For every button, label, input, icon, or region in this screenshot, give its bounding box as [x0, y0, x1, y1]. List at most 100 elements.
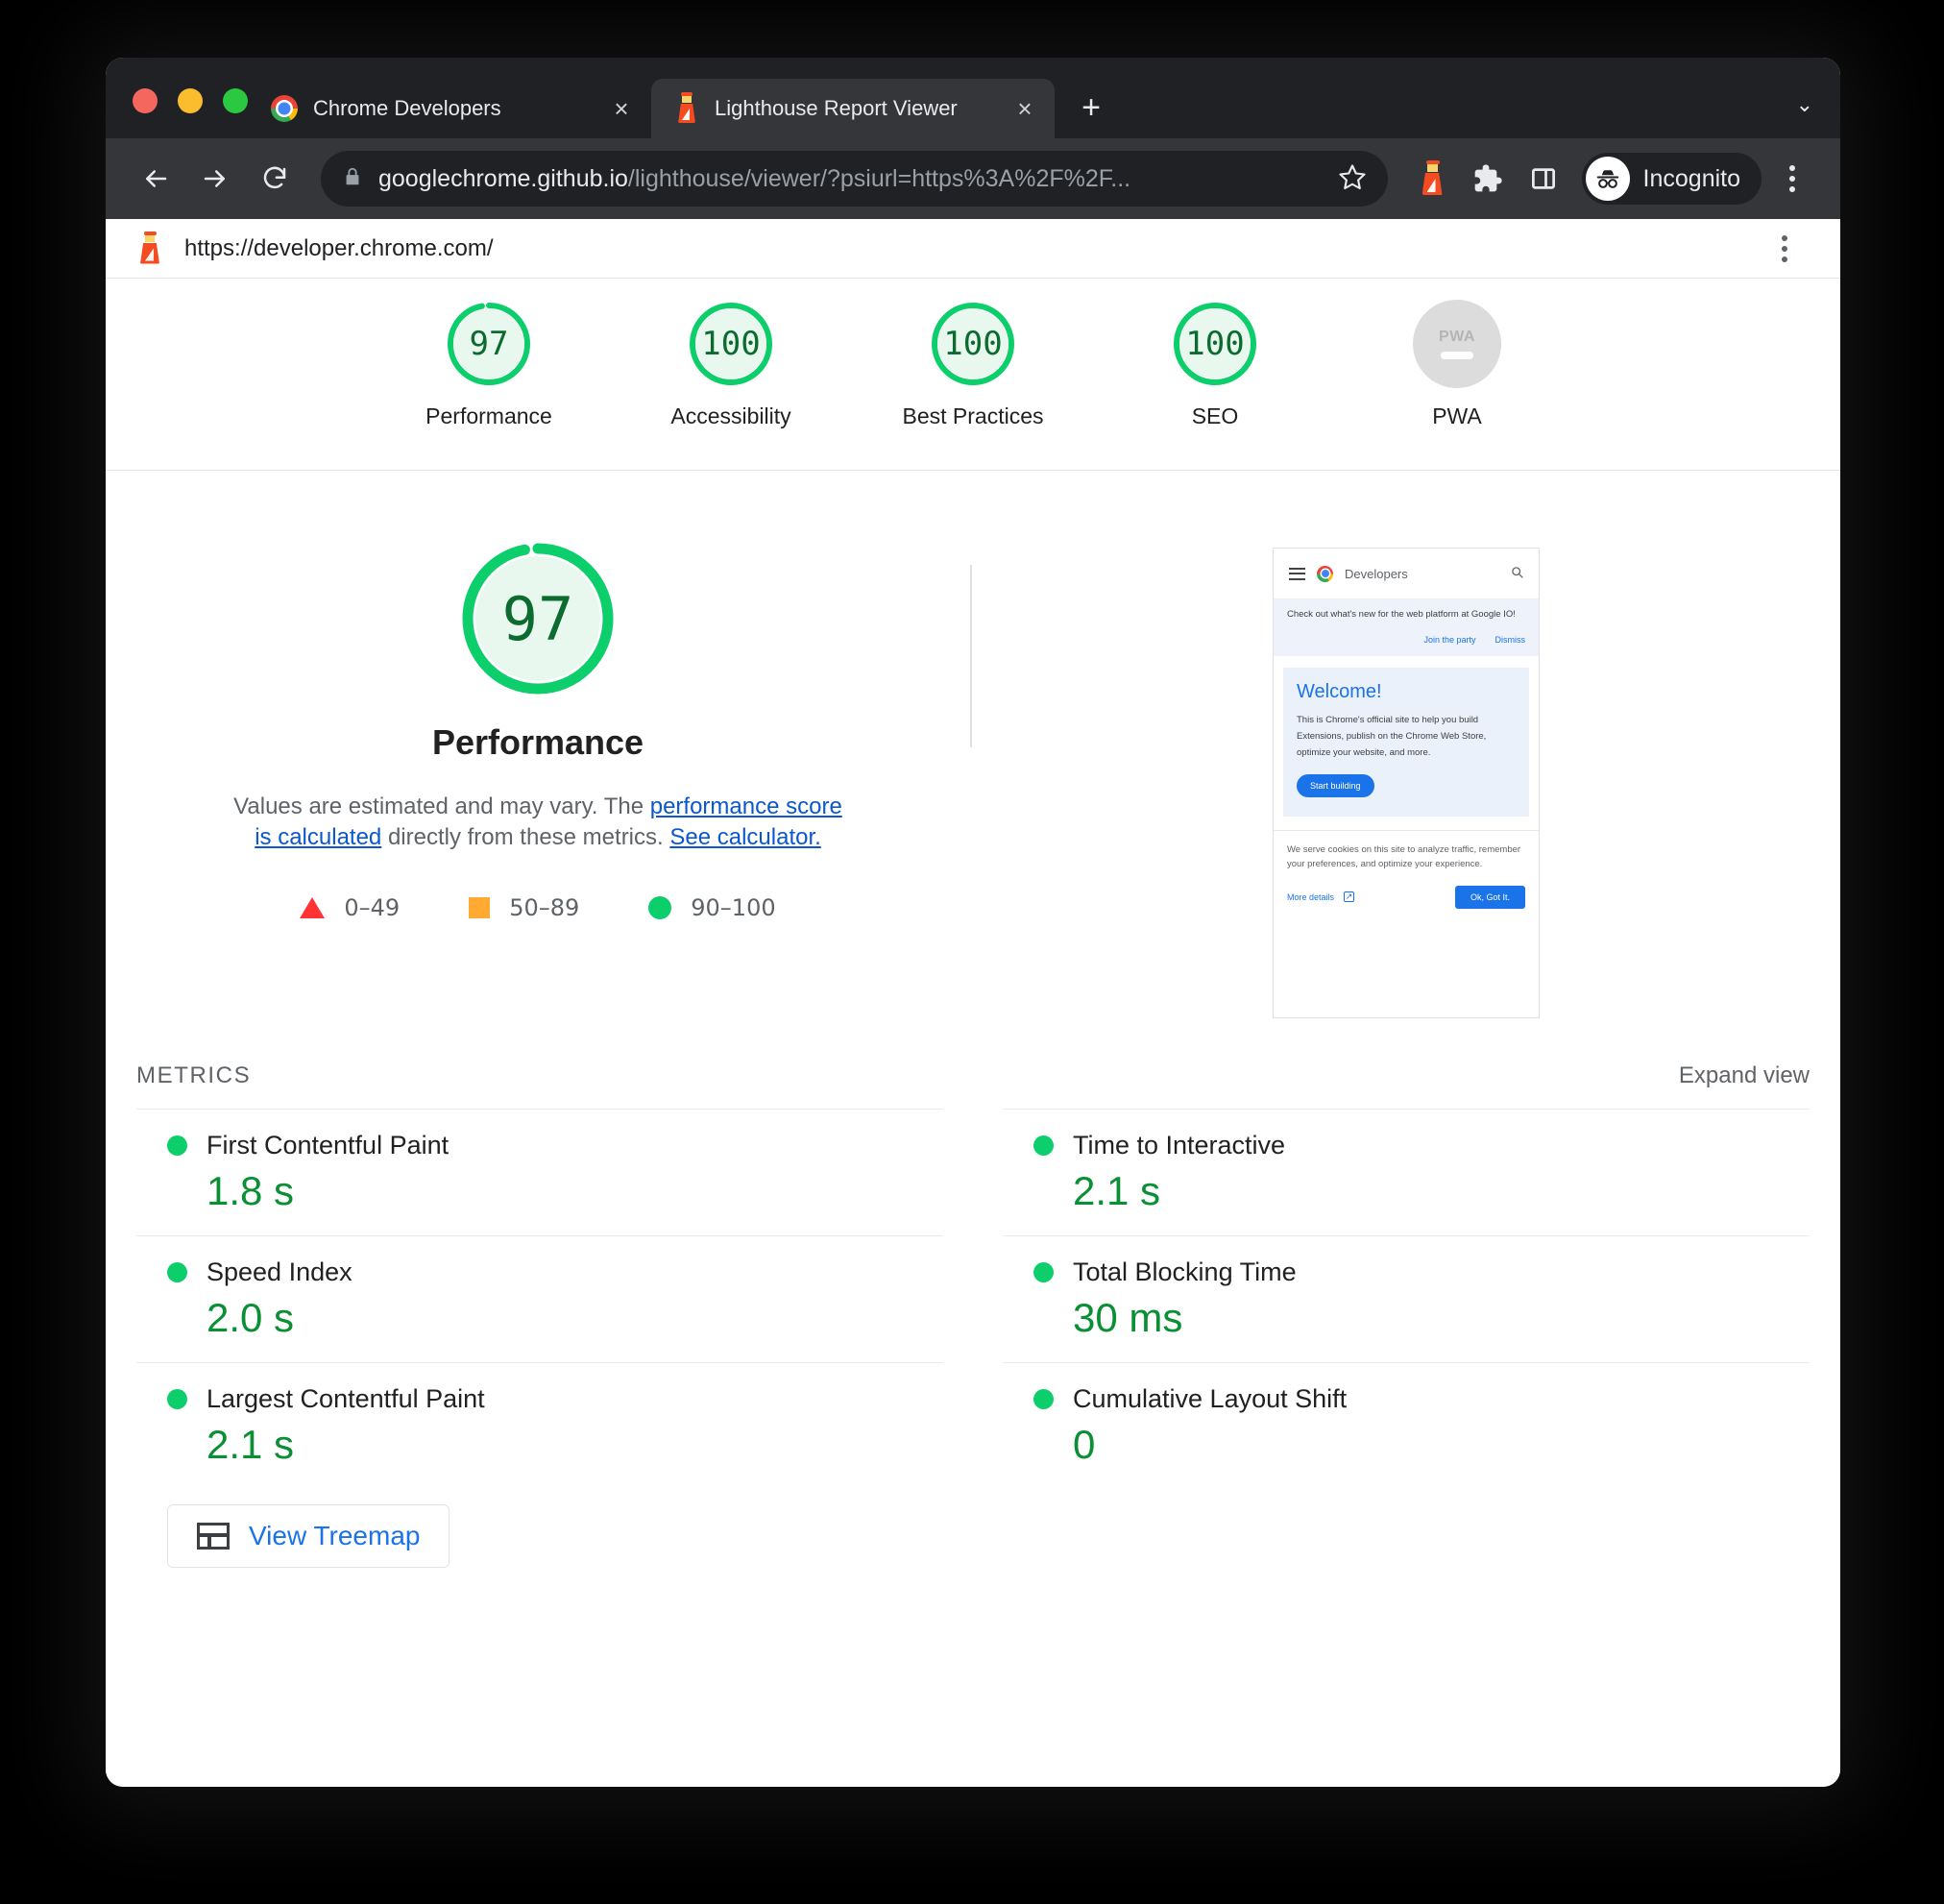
thumb-brand: Developers [1345, 566, 1408, 581]
performance-summary: 97 Performance Values are estimated and … [106, 538, 970, 1018]
three-dot-menu-icon[interactable] [1767, 154, 1817, 204]
score-gauge-best-practices[interactable]: 100 Best Practices [901, 300, 1045, 429]
new-tab-button[interactable]: + [1066, 83, 1116, 133]
circle-pass-icon [167, 1262, 187, 1282]
browser-toolbar: googlechrome.github.io/lighthouse/viewer… [106, 138, 1840, 219]
lighthouse-extension-icon[interactable] [1407, 154, 1457, 204]
final-screenshot: Developers Check out what's new for the … [1273, 548, 1540, 1018]
thumb-cookie-text: We serve cookies on this site to analyze… [1287, 844, 1521, 870]
ok-got-it-button: Ok, Got It. [1454, 885, 1525, 909]
thumb-cookie-actions: More details ↗ Ok, Got It. [1287, 885, 1525, 909]
forward-arrow-icon[interactable] [188, 152, 242, 206]
desc-prefix: Values are estimated and may vary. The [233, 793, 650, 819]
score-legend: 0–49 50–89 90–100 [300, 893, 776, 921]
score-gauge-pwa[interactable]: PWA PWA [1385, 300, 1529, 429]
gauge-ring: 100 [687, 300, 775, 388]
tab-strip: Chrome Developers × Lighthouse Report Vi… [106, 58, 1840, 138]
metric-name: Largest Contentful Paint [207, 1384, 485, 1413]
circle-pass-icon [167, 1389, 187, 1409]
three-dot-menu-icon[interactable] [1760, 224, 1810, 274]
thumb-promo-banner: Check out what's new for the web platfor… [1274, 598, 1539, 657]
expand-view-toggle[interactable]: Expand view [1679, 1062, 1810, 1089]
legend-fail: 0–49 [300, 894, 400, 921]
more-details-link: More details [1287, 891, 1335, 902]
lighthouse-icon [136, 231, 163, 264]
extensions-puzzle-icon[interactable] [1463, 154, 1513, 204]
view-treemap-button[interactable]: View Treemap [167, 1504, 450, 1568]
metric-largest-contentful-paint[interactable]: Largest Contentful Paint 2.1 s [136, 1362, 943, 1489]
back-arrow-icon[interactable] [129, 152, 182, 206]
dismiss-link: Dismiss [1494, 635, 1526, 646]
tab-search-chevron-down-icon[interactable]: ⌄ [1796, 92, 1840, 138]
score-gauge-performance[interactable]: 97 Performance [417, 300, 561, 429]
close-window-button[interactable] [133, 88, 158, 113]
metric-name: First Contentful Paint [207, 1131, 450, 1159]
performance-description: Values are estimated and may vary. The p… [231, 792, 845, 854]
metric-first-contentful-paint[interactable]: First Contentful Paint 1.8 s [136, 1109, 943, 1235]
metrics-section: METRICS Expand view First Contentful Pai… [106, 1018, 1840, 1568]
close-icon[interactable]: × [605, 92, 638, 125]
audited-url: https://developer.chrome.com/ [184, 234, 494, 261]
minimize-window-button[interactable] [178, 88, 203, 113]
lighthouse-icon [674, 92, 699, 123]
thumb-banner-actions: Join the party Dismiss [1287, 635, 1525, 645]
start-building-button: Start building [1297, 774, 1374, 798]
treemap-wrap: View Treemap [106, 1489, 1840, 1568]
tab-chrome-developers[interactable]: Chrome Developers × [248, 79, 651, 138]
metric-value: 2.0 s [207, 1295, 295, 1340]
maximize-window-button[interactable] [223, 88, 248, 113]
url-display: googlechrome.github.io/lighthouse/viewer… [378, 165, 1130, 193]
lighthouse-report-viewer: https://developer.chrome.com/ 97 Perform… [106, 219, 1840, 1787]
join-the-party-link: Join the party [1423, 635, 1476, 646]
address-bar[interactable]: googlechrome.github.io/lighthouse/viewer… [321, 151, 1388, 207]
thumb-hero-heading: Welcome! [1297, 681, 1382, 703]
treemap-icon [197, 1523, 230, 1550]
metric-total-blocking-time[interactable]: Total Blocking Time 30 ms [1003, 1235, 1810, 1362]
metric-speed-index[interactable]: Speed Index 2.0 s [136, 1235, 943, 1362]
thumb-hero-text: This is Chrome's official site to help y… [1297, 715, 1487, 758]
hamburger-menu-icon [1289, 567, 1305, 580]
metric-name: Speed Index [207, 1257, 352, 1286]
chrome-icon [271, 95, 298, 122]
gauge-not-applicable: PWA [1413, 300, 1501, 388]
score-gauge-seo[interactable]: 100 SEO [1143, 300, 1287, 429]
close-icon[interactable]: × [1008, 92, 1041, 125]
score-value: 97 [469, 325, 509, 363]
metric-cumulative-layout-shift[interactable]: Cumulative Layout Shift 0 [1003, 1362, 1810, 1489]
browser-window: Chrome Developers × Lighthouse Report Vi… [106, 58, 1840, 1787]
desc-middle: directly from these metrics. [381, 824, 670, 851]
see-calculator-link[interactable]: See calculator. [669, 824, 820, 850]
legend-average: 50–89 [469, 894, 579, 921]
triangle-fail-icon [300, 896, 326, 918]
profile-incognito-button[interactable]: Incognito [1581, 153, 1762, 205]
metric-value: 2.1 s [1073, 1168, 1161, 1213]
bookmark-star-icon[interactable] [1338, 162, 1367, 196]
category-score-row: 97 Performance 100 Accessibility 100 Bes… [106, 279, 1840, 471]
score-label: SEO [1191, 403, 1239, 428]
tab-title: Chrome Developers [313, 96, 501, 120]
url-path: /lighthouse/viewer/?psiurl=https%3A%2F%2… [627, 164, 1131, 192]
performance-title: Performance [431, 722, 644, 762]
metric-time-to-interactive[interactable]: Time to Interactive 2.1 s [1003, 1109, 1810, 1235]
circle-pass-icon [1033, 1135, 1054, 1156]
square-average-icon [469, 896, 491, 918]
performance-gauge: 97 [457, 538, 619, 699]
search-icon [1511, 566, 1523, 581]
score-label: Best Practices [902, 403, 1044, 428]
url-domain: googlechrome.github.io [378, 164, 628, 192]
legend-range: 90–100 [691, 893, 776, 921]
metric-value: 0 [1073, 1422, 1096, 1467]
score-gauge-accessibility[interactable]: 100 Accessibility [659, 300, 803, 429]
reload-icon[interactable] [248, 152, 302, 206]
score-label: Accessibility [670, 403, 791, 428]
side-panel-icon[interactable] [1519, 154, 1568, 204]
thumb-banner-text: Check out what's new for the web platfor… [1287, 609, 1516, 620]
tab-lighthouse-report-viewer[interactable]: Lighthouse Report Viewer × [651, 79, 1055, 138]
metric-value: 30 ms [1073, 1295, 1183, 1340]
score-label: PWA [1432, 403, 1482, 428]
metrics-title: METRICS [136, 1062, 252, 1088]
thumb-hero: Welcome! This is Chrome's official site … [1283, 668, 1529, 818]
performance-score-value: 97 [501, 583, 574, 654]
thumb-cookie-notice: We serve cookies on this site to analyze… [1274, 830, 1539, 909]
lighthouse-topbar: https://developer.chrome.com/ [106, 219, 1840, 279]
